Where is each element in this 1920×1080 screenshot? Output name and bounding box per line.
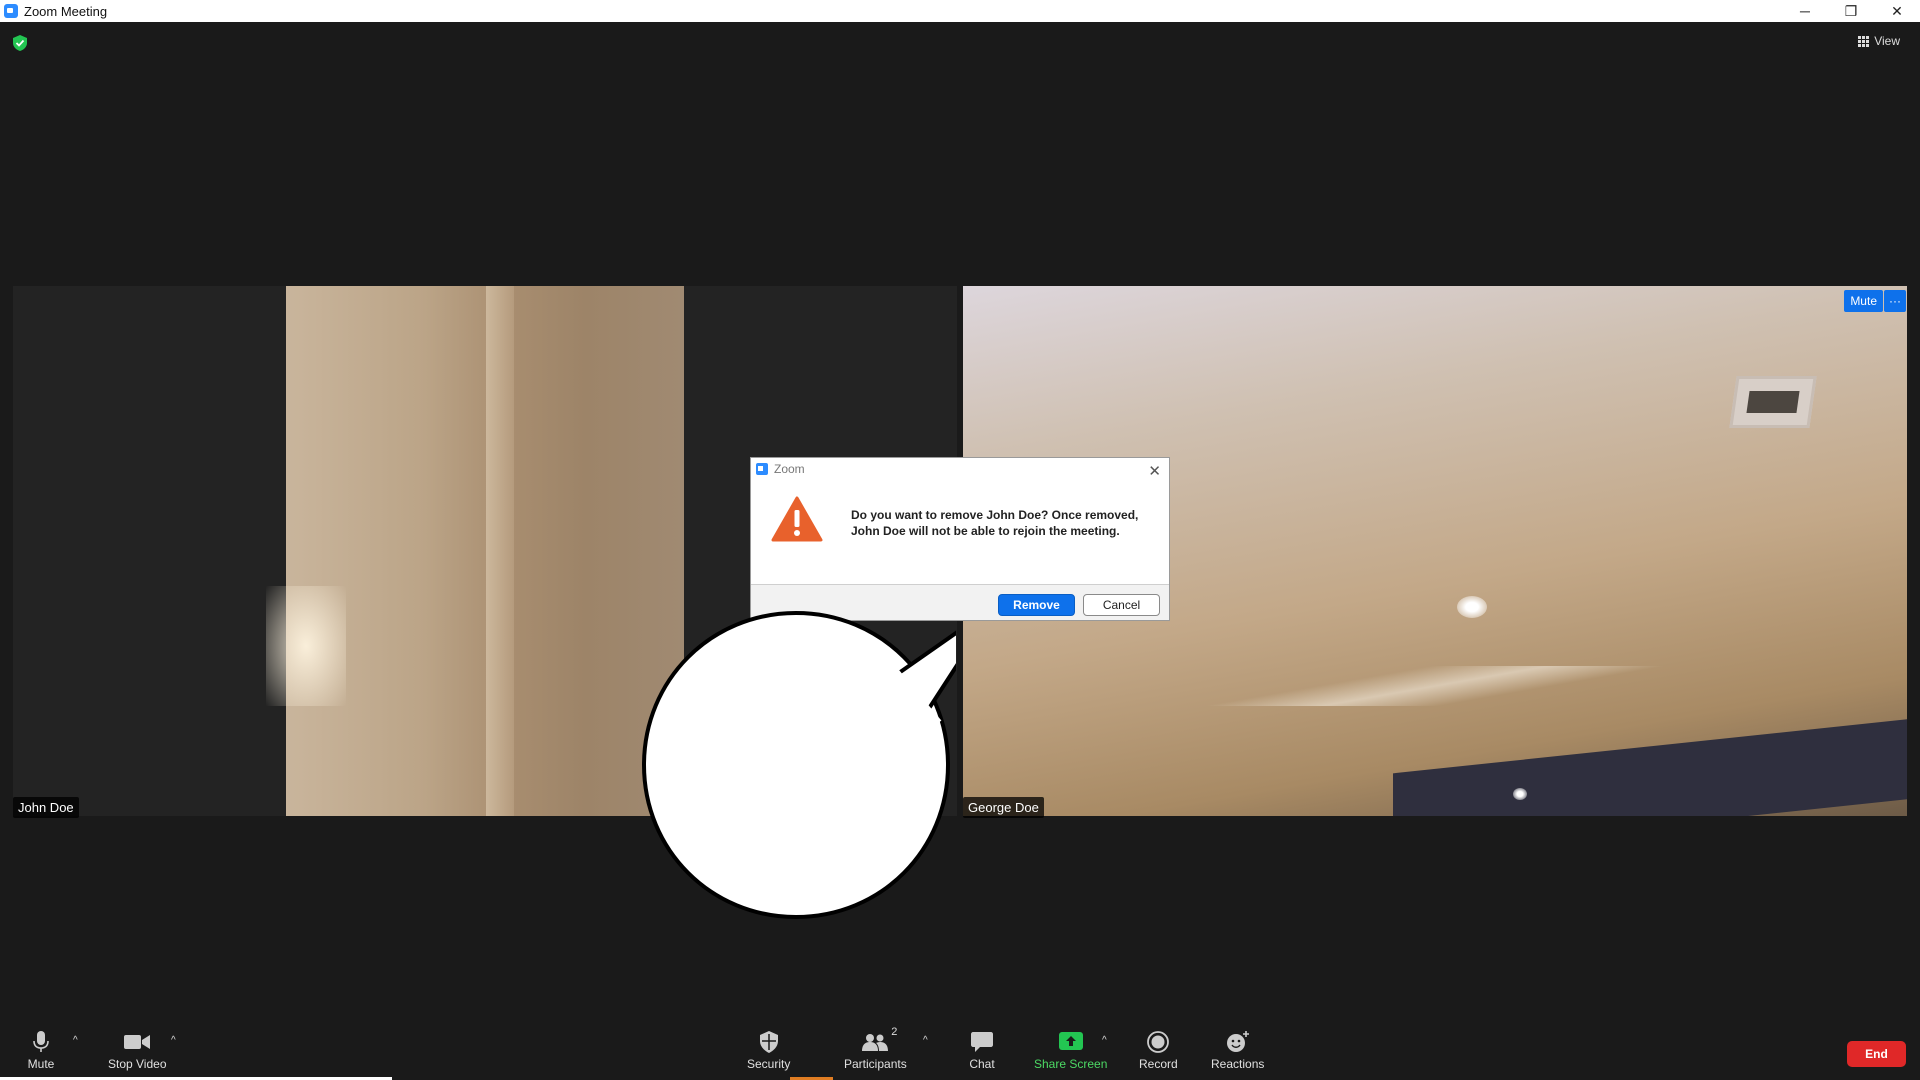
stop-video-label: Stop Video xyxy=(108,1057,167,1071)
reactions-button[interactable]: Reactions xyxy=(1211,1030,1264,1071)
microphone-icon xyxy=(27,1030,55,1054)
mute-label: Mute xyxy=(27,1057,55,1071)
record-icon xyxy=(1144,1030,1172,1054)
remove-participant-dialog: Zoom ✕ Do you want to remove John Doe? O… xyxy=(750,457,1170,621)
dark-wall xyxy=(1393,718,1907,816)
share-screen-button[interactable]: Share Screen xyxy=(1034,1030,1107,1071)
chat-icon xyxy=(968,1030,996,1054)
cancel-button[interactable]: Cancel xyxy=(1083,594,1160,616)
dialog-message: Do you want to remove John Doe? Once rem… xyxy=(851,508,1139,538)
record-label: Record xyxy=(1139,1057,1178,1071)
security-shield-icon xyxy=(755,1030,783,1054)
video-feed-john-doe xyxy=(266,286,684,816)
window-title: Zoom Meeting xyxy=(24,3,108,19)
view-label: View xyxy=(1874,34,1900,48)
reactions-label: Reactions xyxy=(1211,1057,1265,1071)
crown-molding xyxy=(963,666,1907,706)
participant-more-button[interactable]: ··· xyxy=(1884,290,1906,312)
audio-options-caret-icon[interactable]: ^ xyxy=(73,1035,78,1046)
participants-button[interactable]: 2 Participants xyxy=(844,1026,907,1071)
share-screen-label: Share Screen xyxy=(1034,1057,1108,1071)
view-button[interactable]: View xyxy=(1858,34,1900,48)
warning-icon xyxy=(771,496,823,542)
ceiling-vent xyxy=(1729,376,1817,428)
video-options-caret-icon[interactable]: ^ xyxy=(171,1035,176,1046)
stop-video-button[interactable]: Stop Video xyxy=(108,1030,167,1071)
end-meeting-button[interactable]: End xyxy=(1847,1041,1906,1067)
ceiling-light-small xyxy=(1513,788,1527,800)
grid-icon xyxy=(1858,35,1870,47)
reactions-icon xyxy=(1224,1030,1252,1054)
participants-caret-icon[interactable]: ^ xyxy=(923,1035,928,1046)
speech-bubble-callout xyxy=(641,610,956,920)
participant-name-john-doe: John Doe xyxy=(13,797,79,818)
security-button[interactable]: Security xyxy=(747,1030,790,1071)
chat-label: Chat xyxy=(969,1057,995,1071)
security-label: Security xyxy=(747,1057,791,1071)
window-controls: ─ ❐ ✕ xyxy=(1782,0,1920,22)
participant-name-george-doe: George Doe xyxy=(963,797,1044,818)
remove-button[interactable]: Remove xyxy=(998,594,1075,616)
minimize-button[interactable]: ─ xyxy=(1782,0,1828,22)
share-screen-icon xyxy=(1057,1030,1085,1054)
mute-button[interactable]: Mute xyxy=(27,1030,55,1071)
encryption-shield-icon[interactable] xyxy=(13,35,27,51)
window-titlebar: Zoom Meeting ─ ❐ ✕ xyxy=(0,0,1920,22)
restore-button[interactable]: ❐ xyxy=(1828,0,1874,22)
video-camera-icon xyxy=(123,1030,151,1054)
meeting-toolbar xyxy=(0,1018,1920,1080)
participants-icon: 2 xyxy=(855,1026,897,1054)
participant-mute-button[interactable]: Mute xyxy=(1844,290,1883,312)
record-button[interactable]: Record xyxy=(1139,1030,1178,1071)
ceiling-light xyxy=(1457,596,1487,618)
zoom-app-icon xyxy=(4,4,18,18)
participants-count: 2 xyxy=(891,1026,898,1038)
dialog-close-icon[interactable]: ✕ xyxy=(1148,462,1161,480)
dialog-titlebar: Zoom xyxy=(751,458,1169,480)
zoom-dialog-icon xyxy=(756,463,768,475)
chat-button[interactable]: Chat xyxy=(968,1030,996,1071)
close-button[interactable]: ✕ xyxy=(1874,0,1920,22)
dialog-title: Zoom xyxy=(774,462,805,476)
share-options-caret-icon[interactable]: ^ xyxy=(1102,1035,1107,1046)
participants-label: Participants xyxy=(844,1057,907,1071)
